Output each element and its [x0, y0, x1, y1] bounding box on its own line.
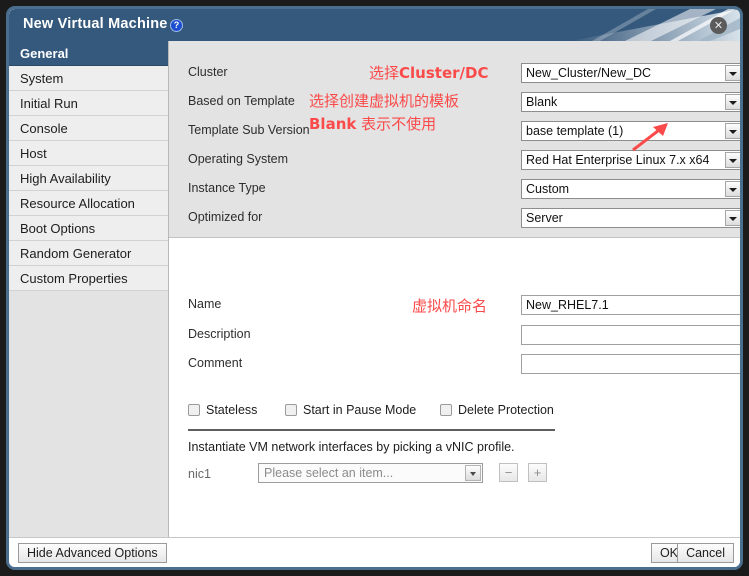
- sidebar-item-high-availability[interactable]: High Availability: [9, 166, 168, 191]
- cancel-button[interactable]: Cancel: [677, 543, 734, 563]
- help-question-icon[interactable]: ?: [170, 19, 183, 32]
- sidebar-item-custom-properties[interactable]: Custom Properties: [9, 266, 168, 291]
- sidebar-item-console[interactable]: Console: [9, 116, 168, 141]
- name-input-value: New_RHEL7.1: [526, 298, 609, 312]
- sidebar-item-resource-allocation[interactable]: Resource Allocation: [9, 191, 168, 216]
- sidebar-item-random-generator[interactable]: Random Generator: [9, 241, 168, 266]
- template-sub-version-dropdown-value: base template (1): [526, 124, 624, 138]
- dialog-inner: New Virtual Machine ? ✕ General System I…: [9, 9, 740, 567]
- cluster-dropdown[interactable]: New_Cluster/New_DC: [521, 63, 740, 83]
- checkbox-start-in-pause-mode-label: Start in Pause Mode: [303, 403, 417, 417]
- label-description: Description: [188, 327, 251, 341]
- chevron-down-icon: [725, 210, 740, 226]
- field-row-instance-type: Instance Type Custom: [169, 179, 740, 201]
- field-row-name: Name 虚拟机命名 New_RHEL7.1: [169, 295, 740, 317]
- cluster-dropdown-value: New_Cluster/New_DC: [526, 66, 652, 80]
- checkbox-stateless-label: Stateless: [206, 403, 258, 417]
- label-template-sub-version: Template Sub Version: [188, 123, 310, 137]
- nic1-label: nic1: [188, 467, 211, 481]
- section-divider: [188, 429, 555, 431]
- new-virtual-machine-dialog: New Virtual Machine ? ✕ General System I…: [6, 6, 743, 570]
- field-row-comment: Comment: [169, 354, 740, 376]
- label-operating-system: Operating System: [188, 152, 289, 166]
- chevron-down-icon: [725, 123, 740, 139]
- chevron-down-icon: [465, 465, 481, 481]
- dialog-body: General System Initial Run Console Host …: [9, 41, 740, 567]
- dialog-footer: Hide Advanced Options OK Cancel: [9, 537, 740, 567]
- remove-nic-button[interactable]: −: [499, 463, 518, 482]
- name-input[interactable]: New_RHEL7.1: [521, 295, 740, 315]
- label-based-on-template: Based on Template: [188, 94, 295, 108]
- chevron-down-icon: [725, 94, 740, 110]
- field-row-description: Description: [169, 325, 740, 347]
- checkbox-box-icon: [440, 404, 452, 416]
- main-content: Cluster New_Cluster/New_DC Based on Temp…: [169, 41, 740, 544]
- label-name: Name: [188, 297, 222, 311]
- label-instance-type: Instance Type: [188, 181, 266, 195]
- label-cluster: Cluster: [188, 65, 228, 79]
- identity-and-network-panel: Name 虚拟机命名 New_RHEL7.1 Description Comme…: [169, 238, 740, 544]
- sidebar-item-initial-run[interactable]: Initial Run: [9, 91, 168, 116]
- close-icon[interactable]: ✕: [710, 17, 727, 34]
- sidebar-item-system[interactable]: System: [9, 66, 168, 91]
- sidebar-nav: General System Initial Run Console Host …: [9, 41, 169, 544]
- description-input[interactable]: [521, 325, 740, 345]
- nic1-profile-dropdown[interactable]: Please select an item...: [258, 463, 483, 483]
- sidebar-item-general[interactable]: General: [9, 41, 168, 66]
- annotation-arrow-icon: [631, 121, 671, 158]
- dialog-titlebar: New Virtual Machine ? ✕: [9, 9, 740, 41]
- operating-system-dropdown-value: Red Hat Enterprise Linux 7.x x64: [526, 153, 710, 167]
- chevron-down-icon: [725, 181, 740, 197]
- chevron-down-icon: [725, 152, 740, 168]
- annotation-template-note: 选择创建虚拟机的模板: [309, 92, 460, 110]
- label-comment: Comment: [188, 356, 243, 370]
- instance-type-dropdown[interactable]: Custom: [521, 179, 740, 199]
- field-row-optimized-for: Optimized for Server: [169, 208, 740, 230]
- dialog-title: New Virtual Machine: [23, 16, 168, 32]
- annotation-vm-name: 虚拟机命名: [412, 297, 488, 315]
- instance-type-dropdown-value: Custom: [526, 182, 570, 196]
- sidebar-item-boot-options[interactable]: Boot Options: [9, 216, 168, 241]
- checkbox-box-icon: [188, 404, 200, 416]
- based-on-template-dropdown[interactable]: Blank: [521, 92, 740, 112]
- comment-input[interactable]: [521, 354, 740, 374]
- label-optimized-for: Optimized for: [188, 210, 263, 224]
- annotation-blank-note: Blank 表示不使用: [309, 115, 437, 133]
- optimized-for-dropdown[interactable]: Server: [521, 208, 740, 228]
- checkbox-box-icon: [285, 404, 297, 416]
- general-settings-panel: Cluster New_Cluster/New_DC Based on Temp…: [169, 41, 740, 238]
- titlebar-glare-decoration: [530, 9, 740, 41]
- checkbox-start-in-pause-mode[interactable]: Start in Pause Mode: [285, 403, 416, 417]
- checkbox-delete-protection[interactable]: Delete Protection: [440, 403, 554, 417]
- hide-advanced-options-button[interactable]: Hide Advanced Options: [18, 543, 167, 563]
- nic1-profile-dropdown-value: Please select an item...: [264, 466, 394, 480]
- add-nic-button[interactable]: +: [528, 463, 547, 482]
- chevron-down-icon: [725, 65, 740, 81]
- vnic-section-description: Instantiate VM network interfaces by pic…: [188, 440, 515, 454]
- checkbox-row: Stateless Start in Pause Mode Delete Pro…: [169, 403, 740, 423]
- checkbox-stateless[interactable]: Stateless: [188, 403, 257, 417]
- based-on-template-dropdown-value: Blank: [526, 95, 558, 109]
- sidebar-item-host[interactable]: Host: [9, 141, 168, 166]
- checkbox-delete-protection-label: Delete Protection: [458, 403, 554, 417]
- optimized-for-dropdown-value: Server: [526, 211, 563, 225]
- annotation-cluster-dc: 选择Cluster/DC: [369, 64, 489, 82]
